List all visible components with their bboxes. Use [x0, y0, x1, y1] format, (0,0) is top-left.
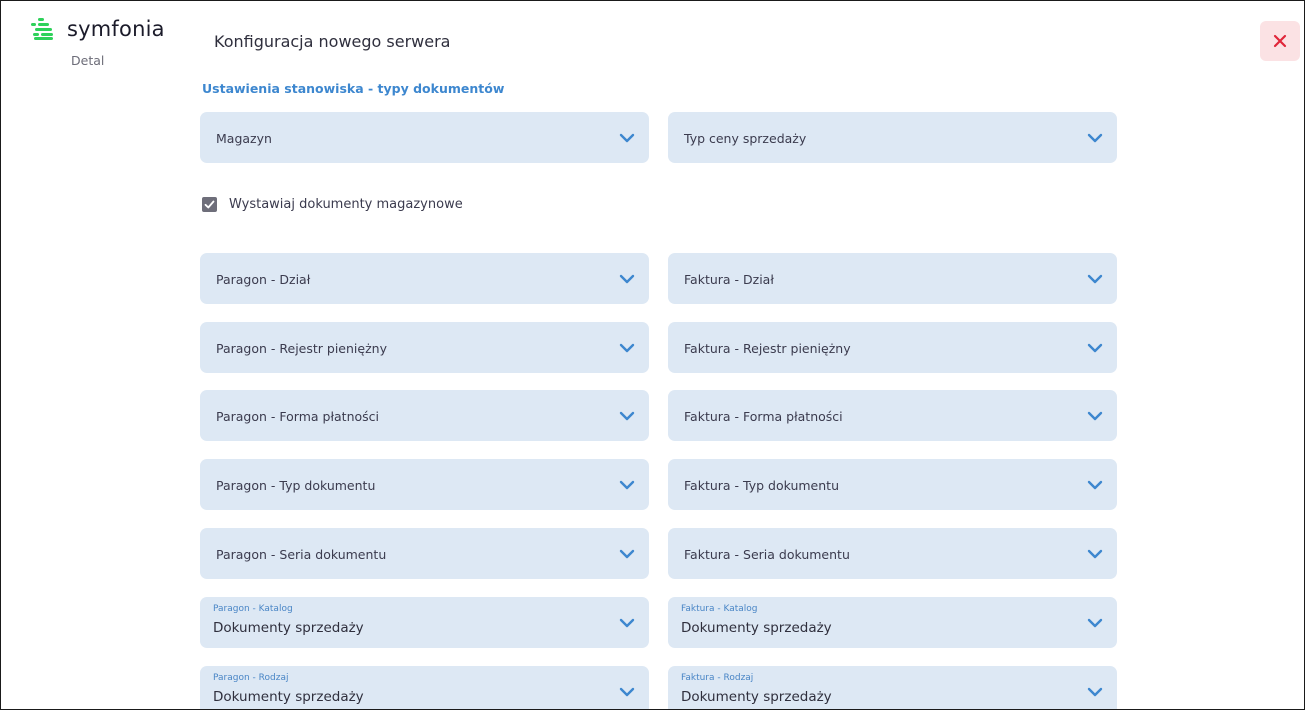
- faktura-forma-platnosci-select[interactable]: Faktura - Forma płatności: [668, 390, 1117, 441]
- faktura-katalog-select[interactable]: Faktura - Katalog Dokumenty sprzedaży: [668, 597, 1117, 648]
- chevron-down-icon: [1087, 274, 1103, 284]
- check-icon: [204, 200, 215, 209]
- faktura-seria-dokumentu-select[interactable]: Faktura - Seria dokumentu: [668, 528, 1117, 579]
- select-label: Magazyn: [216, 131, 272, 146]
- faktura-rodzaj-select[interactable]: Faktura - Rodzaj Dokumenty sprzedaży: [668, 666, 1117, 709]
- chevron-down-icon: [1087, 549, 1103, 559]
- faktura-rejestr-select[interactable]: Faktura - Rejestr pieniężny: [668, 322, 1117, 373]
- chevron-down-icon: [619, 411, 635, 421]
- section-title: Ustawienia stanowiska - typy dokumentów: [202, 81, 505, 96]
- faktura-typ-dokumentu-select[interactable]: Faktura - Typ dokumentu: [668, 459, 1117, 510]
- select-label: Paragon - Seria dokumentu: [216, 547, 387, 562]
- close-button[interactable]: [1260, 21, 1300, 61]
- paragon-seria-dokumentu-select[interactable]: Paragon - Seria dokumentu: [200, 528, 649, 579]
- chevron-down-icon: [1087, 411, 1103, 421]
- chevron-down-icon: [619, 687, 635, 697]
- chevron-down-icon: [1087, 343, 1103, 353]
- select-label: Faktura - Seria dokumentu: [684, 547, 850, 562]
- chevron-down-icon: [619, 343, 635, 353]
- brand-subtitle: Detal: [71, 53, 105, 68]
- symfonia-logo-icon: [31, 18, 53, 40]
- chevron-down-icon: [1087, 480, 1103, 490]
- paragon-dzial-select[interactable]: Paragon - Dział: [200, 253, 649, 304]
- select-label: Faktura - Rejestr pieniężny: [684, 341, 851, 356]
- chevron-down-icon: [1087, 133, 1103, 143]
- select-label: Paragon - Forma płatności: [216, 409, 379, 424]
- chevron-down-icon: [619, 480, 635, 490]
- chevron-down-icon: [619, 618, 635, 628]
- select-label: Paragon - Rejestr pieniężny: [216, 341, 387, 356]
- select-floating-label: Faktura - Rodzaj: [681, 673, 754, 683]
- chevron-down-icon: [1087, 618, 1103, 628]
- chevron-down-icon: [619, 274, 635, 284]
- paragon-forma-platnosci-select[interactable]: Paragon - Forma płatności: [200, 390, 649, 441]
- brand-logo: symfonia: [31, 17, 165, 41]
- chevron-down-icon: [619, 133, 635, 143]
- chevron-down-icon: [619, 549, 635, 559]
- paragon-rodzaj-select[interactable]: Paragon - Rodzaj Dokumenty sprzedaży: [200, 666, 649, 709]
- typ-ceny-select[interactable]: Typ ceny sprzedaży: [668, 112, 1117, 163]
- select-label: Typ ceny sprzedaży: [684, 131, 807, 146]
- app-window: symfonia Detal Konfiguracja nowego serwe…: [0, 0, 1305, 710]
- brand-name: symfonia: [67, 17, 165, 41]
- select-value: Dokumenty sprzedaży: [681, 620, 832, 636]
- select-label: Faktura - Forma płatności: [684, 409, 843, 424]
- checkbox-box[interactable]: [202, 197, 217, 212]
- wystawiaj-dokumenty-checkbox[interactable]: Wystawiaj dokumenty magazynowe: [202, 197, 463, 212]
- select-label: Faktura - Dział: [684, 272, 774, 287]
- select-label: Paragon - Typ dokumentu: [216, 478, 376, 493]
- select-value: Dokumenty sprzedaży: [213, 689, 364, 705]
- paragon-katalog-select[interactable]: Paragon - Katalog Dokumenty sprzedaży: [200, 597, 649, 648]
- faktura-dzial-select[interactable]: Faktura - Dział: [668, 253, 1117, 304]
- select-floating-label: Paragon - Rodzaj: [213, 673, 289, 683]
- select-floating-label: Paragon - Katalog: [213, 604, 293, 614]
- select-value: Dokumenty sprzedaży: [681, 689, 832, 705]
- checkbox-label: Wystawiaj dokumenty magazynowe: [229, 197, 463, 212]
- select-label: Faktura - Typ dokumentu: [684, 478, 839, 493]
- page-title: Konfiguracja nowego serwera: [214, 32, 451, 51]
- select-floating-label: Faktura - Katalog: [681, 604, 758, 614]
- select-value: Dokumenty sprzedaży: [213, 620, 364, 636]
- paragon-typ-dokumentu-select[interactable]: Paragon - Typ dokumentu: [200, 459, 649, 510]
- chevron-down-icon: [1087, 687, 1103, 697]
- magazyn-select[interactable]: Magazyn: [200, 112, 649, 163]
- paragon-rejestr-select[interactable]: Paragon - Rejestr pieniężny: [200, 322, 649, 373]
- select-label: Paragon - Dział: [216, 272, 311, 287]
- close-icon: [1273, 34, 1287, 48]
